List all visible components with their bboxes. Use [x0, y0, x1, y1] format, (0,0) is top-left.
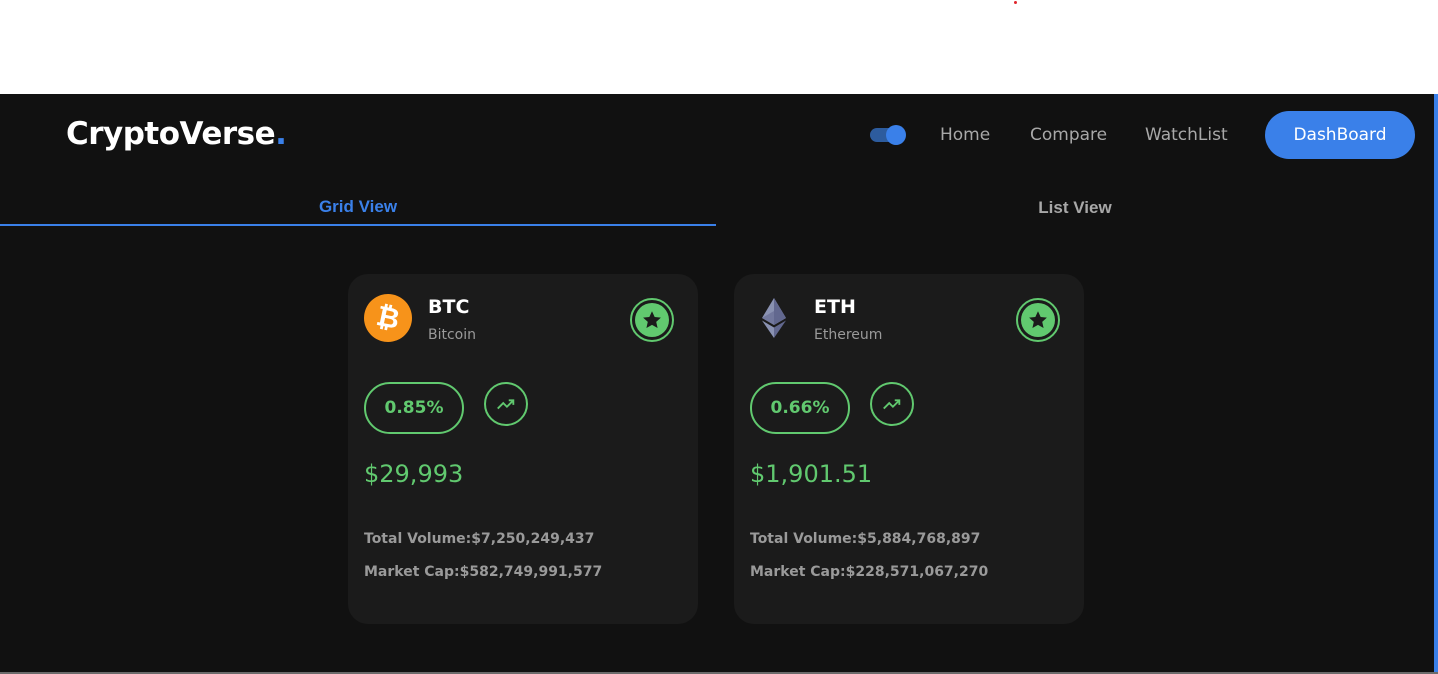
tab-grid-view[interactable]: Grid View	[0, 190, 716, 226]
price-change-chip: 0.66%	[750, 382, 850, 434]
window-edge-accent	[1434, 94, 1438, 672]
brand-logo[interactable]: CryptoVerse.	[66, 116, 287, 152]
market-cap-label: Market Cap:	[364, 564, 460, 580]
coin-price: $1,901.51	[750, 460, 873, 488]
coin-symbol: BTC	[428, 296, 470, 318]
coin-card-btc[interactable]: ₿ BTC Bitcoin 0.85% $29,993 Total Volume…	[348, 274, 698, 624]
brand-dot: .	[275, 116, 287, 152]
dashboard-button[interactable]: DashBoard	[1265, 111, 1415, 159]
total-volume-value: $5,884,768,897	[857, 531, 981, 547]
tab-grid-label: Grid View	[318, 197, 398, 216]
total-volume-label: Total Volume:	[750, 531, 858, 547]
app-container: CryptoVerse. Home Compare WatchList Dash…	[0, 94, 1434, 672]
red-dot-marker	[1014, 1, 1017, 4]
coin-card-eth[interactable]: ETH Ethereum 0.66% $1,901.51 Total Volum…	[734, 274, 1084, 624]
brand-name: CryptoVerse	[66, 116, 276, 152]
nav-compare-link[interactable]: Compare	[1030, 125, 1107, 145]
trending-up-icon	[484, 382, 528, 426]
coin-name: Bitcoin	[428, 327, 477, 343]
star-icon	[635, 303, 669, 337]
market-cap-value: $228,571,067,270	[845, 564, 989, 580]
total-volume: Total Volume:$5,884,768,897	[750, 531, 980, 547]
bitcoin-logo-icon: ₿	[364, 294, 412, 342]
market-cap: Market Cap:$582,749,991,577	[364, 564, 602, 580]
ethereum-logo-icon	[750, 294, 798, 342]
tab-list-view[interactable]: List View	[716, 190, 1434, 226]
nav-watchlist-link[interactable]: WatchList	[1145, 125, 1228, 145]
market-cap-value: $582,749,991,577	[459, 564, 603, 580]
star-icon	[1021, 303, 1055, 337]
price-change-chip: 0.85%	[364, 382, 464, 434]
coin-symbol: ETH	[814, 296, 856, 318]
watchlist-star-button[interactable]	[630, 298, 674, 342]
nav-home-link[interactable]: Home	[940, 125, 990, 145]
total-volume: Total Volume:$7,250,249,437	[364, 531, 594, 547]
trending-up-icon	[870, 382, 914, 426]
total-volume-value: $7,250,249,437	[471, 531, 595, 547]
theme-toggle[interactable]	[870, 125, 906, 145]
market-cap: Market Cap:$228,571,067,270	[750, 564, 988, 580]
coin-price: $29,993	[364, 460, 464, 488]
tab-list-label: List View	[1038, 198, 1112, 217]
watchlist-star-button[interactable]	[1016, 298, 1060, 342]
coin-name: Ethereum	[814, 327, 883, 343]
market-cap-label: Market Cap:	[750, 564, 846, 580]
total-volume-label: Total Volume:	[364, 531, 472, 547]
toggle-knob	[886, 125, 906, 145]
browser-blank-area	[0, 0, 1438, 94]
